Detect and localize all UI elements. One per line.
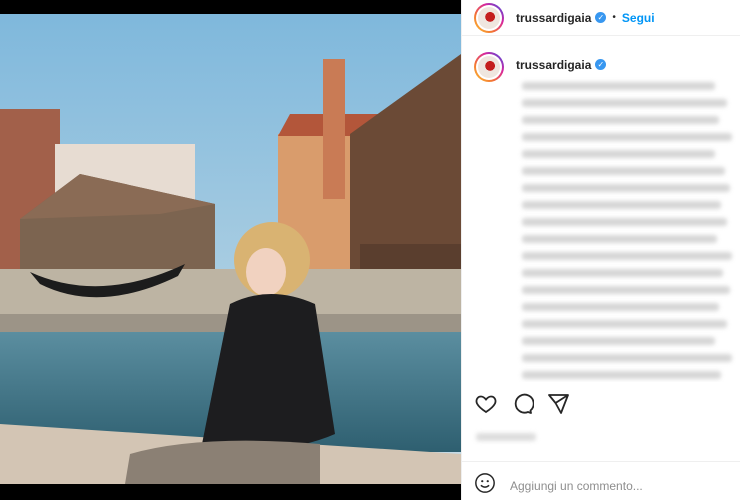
heart-icon[interactable]	[474, 392, 498, 416]
post-side-panel: trussardigaia ✓ • Segui trussardigaia ✓	[461, 0, 740, 500]
post-photo[interactable]	[0, 14, 461, 484]
comment-icon[interactable]	[510, 392, 535, 416]
caption-username[interactable]: trussardigaia	[516, 58, 591, 72]
instagram-post: trussardigaia ✓ • Segui trussardigaia ✓	[0, 0, 740, 500]
caption-verified-badge-icon: ✓	[595, 59, 607, 70]
caption-avatar[interactable]	[474, 52, 504, 82]
avatar[interactable]	[474, 2, 504, 33]
blurred-caption-text	[522, 82, 736, 382]
post-header: trussardigaia ✓ • Segui	[462, 0, 740, 36]
divider	[462, 461, 740, 462]
separator-dot: •	[612, 12, 616, 23]
header-username[interactable]: trussardigaia	[516, 11, 591, 25]
blurred-timestamp	[476, 433, 536, 441]
follow-button[interactable]: Segui	[622, 11, 655, 25]
comment-input[interactable]	[510, 478, 710, 493]
emoji-icon[interactable]	[474, 472, 496, 499]
post-caption: trussardigaia ✓	[474, 52, 736, 382]
post-actions	[474, 392, 570, 416]
share-icon[interactable]	[546, 392, 570, 416]
verified-badge-icon: ✓	[595, 12, 607, 23]
venice-canal-photo	[0, 14, 461, 484]
comment-box	[474, 472, 710, 499]
